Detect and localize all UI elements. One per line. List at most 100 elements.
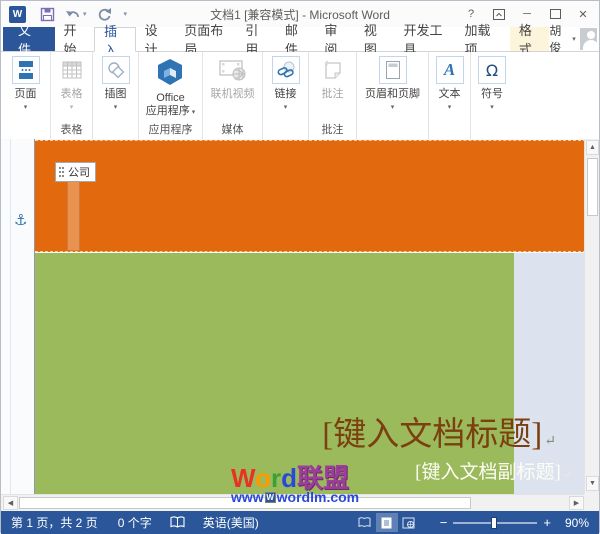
illustrations-dropdown-icon: ▾ xyxy=(113,104,118,111)
zoom-in-button[interactable]: + xyxy=(537,515,557,530)
proofing-book-icon xyxy=(170,516,185,528)
office-apps-cube-icon xyxy=(153,56,187,88)
save-button[interactable] xyxy=(40,7,55,22)
zoom-percentage[interactable]: 90% xyxy=(557,516,599,530)
scroll-down-icon[interactable]: ▼ xyxy=(586,476,599,491)
user-caret-icon: ▾ xyxy=(572,36,576,43)
undo-button[interactable]: ▾ xyxy=(65,8,87,21)
group-caption-apps: 应用程序 xyxy=(148,124,193,136)
ribbon-display-icon xyxy=(493,8,505,20)
text-a-icon: A xyxy=(435,56,464,84)
header-footer-dropdown-icon: ▾ xyxy=(390,104,395,111)
pages-icon xyxy=(11,56,40,84)
office-apps-dropdown-icon: ▾ xyxy=(191,109,196,116)
pages-button[interactable]: 页面 ▾ xyxy=(8,56,44,139)
cover-orange-band[interactable]: 公司 xyxy=(35,140,586,252)
tab-view[interactable]: 视图 xyxy=(355,23,395,57)
comment-note-icon xyxy=(318,56,348,84)
web-layout-view-button[interactable] xyxy=(398,513,420,532)
ribbon-group-links: 链接 ▾ xyxy=(263,52,309,139)
scrollbar-corner xyxy=(584,494,599,511)
tab-addins[interactable]: 加载项 xyxy=(456,23,506,57)
tab-home[interactable]: 开始 xyxy=(55,23,95,57)
read-mode-view-button[interactable] xyxy=(354,513,376,532)
tab-format-contextual[interactable]: 格式 xyxy=(509,23,550,57)
print-layout-view-button[interactable] xyxy=(375,513,398,532)
undo-caret-icon: ▾ xyxy=(83,11,87,18)
status-bar-right: − + 90% xyxy=(354,513,599,532)
language-status[interactable]: 英语(美国) xyxy=(193,514,269,531)
user-account-area[interactable]: 胡俊 ▾ xyxy=(549,24,599,55)
horizontal-scrollbar[interactable]: ◀ ▶ xyxy=(1,494,586,511)
document-title-placeholder[interactable]: [键入文档标题] ↵ xyxy=(116,407,556,455)
tab-insert[interactable]: 插入 xyxy=(94,24,136,58)
ribbon-group-text: A 文本 ▾ xyxy=(429,52,471,139)
text-placeholder-cursor[interactable] xyxy=(67,181,80,251)
zoom-slider-thumb[interactable] xyxy=(491,516,498,529)
drag-handle-icon[interactable] xyxy=(59,167,61,169)
close-button[interactable]: ✕ xyxy=(571,4,595,24)
user-avatar[interactable] xyxy=(579,28,598,50)
tab-design[interactable]: 设计 xyxy=(136,23,176,57)
scroll-left-icon[interactable]: ◀ xyxy=(3,496,18,510)
tab-developer[interactable]: 开发工具 xyxy=(394,23,455,57)
scroll-up-icon[interactable]: ▲ xyxy=(586,140,599,155)
text-button[interactable]: A 文本 ▾ xyxy=(432,56,468,139)
zoom-slider[interactable] xyxy=(453,516,538,529)
symbols-button[interactable]: Ω 符号 ▾ xyxy=(474,56,510,139)
group-caption-comments: 批注 xyxy=(321,124,344,136)
customize-qat-button[interactable]: ▾ xyxy=(122,10,128,18)
word-window: W ▾ ▾ 文档1 [兼容模式] - Microsoft Word ? ─ ✕ … xyxy=(0,0,600,534)
group-caption-media: 媒体 xyxy=(221,124,244,136)
company-tag-label: 公司 xyxy=(68,167,90,179)
horizontal-scroll-thumb[interactable] xyxy=(19,497,471,509)
table-dropdown-icon: ▾ xyxy=(69,104,74,111)
page-number-status[interactable]: 第 1 页，共 2 页 xyxy=(1,514,108,531)
paragraph-mark-icon: ↵ xyxy=(544,434,556,449)
ribbon-group-pages: 页面 ▾ xyxy=(1,52,51,139)
illustrations-button[interactable]: 插图 ▾ xyxy=(98,56,134,139)
ribbon-group-comments: 批注 批注 xyxy=(309,52,357,139)
paragraph-mark-icon: ↵ xyxy=(562,469,572,481)
tab-file[interactable]: 文件 xyxy=(3,23,55,57)
header-footer-button[interactable]: 页眉和页脚 ▾ xyxy=(361,56,424,139)
document-subtitle-placeholder[interactable]: [键入文档副标题] ↵ xyxy=(132,457,572,484)
pages-dropdown-icon: ▾ xyxy=(23,104,28,111)
print-layout-icon xyxy=(381,517,392,528)
proofing-status-button[interactable] xyxy=(162,516,193,529)
maximize-button[interactable] xyxy=(543,4,567,24)
undo-icon xyxy=(66,10,79,17)
customize-qat-caret-icon: ▾ xyxy=(123,11,128,18)
save-icon xyxy=(40,7,55,21)
omega-icon: Ω xyxy=(478,56,506,84)
tab-review[interactable]: 审阅 xyxy=(315,23,355,57)
online-video-icon xyxy=(216,56,250,84)
ribbon-group-symbols: Ω 符号 ▾ xyxy=(471,52,513,139)
link-icon xyxy=(271,56,300,84)
table-icon xyxy=(57,56,87,84)
tab-page-layout[interactable]: 页面布局 xyxy=(175,23,236,57)
ribbon-group-apps: Office 应用程序 ▾ 应用程序 xyxy=(139,52,203,139)
ribbon-tab-row: 文件 开始 插入 设计 页面布局 引用 邮件 审阅 视图 开发工具 加载项 格式… xyxy=(1,23,599,58)
vertical-scrollbar[interactable]: ▲ ▼ xyxy=(584,139,599,494)
links-button[interactable]: 链接 ▾ xyxy=(268,56,304,139)
vertical-scroll-thumb[interactable] xyxy=(587,158,598,216)
read-mode-icon xyxy=(358,517,371,528)
tab-references[interactable]: 引用 xyxy=(236,23,276,57)
zoom-control: − + 90% xyxy=(434,515,599,530)
web-layout-icon xyxy=(402,517,415,528)
text-dropdown-icon: ▾ xyxy=(447,104,452,111)
user-name: 胡俊 xyxy=(549,24,562,55)
status-bar: 第 1 页，共 2 页 0 个字 英语(美国) − + 90% xyxy=(1,511,599,534)
document-viewport[interactable]: ⚓ 公司 [键入文档标题] ↵ [键入文档副标题] ↵ xyxy=(1,139,586,494)
header-footer-icon xyxy=(378,56,407,84)
company-content-control[interactable]: 公司 xyxy=(55,162,96,182)
scroll-right-icon[interactable]: ▶ xyxy=(569,496,584,510)
tab-mailings[interactable]: 邮件 xyxy=(276,23,316,57)
page-left-margin: ⚓ xyxy=(1,139,35,494)
ribbon-group-header-footer: 页眉和页脚 ▾ xyxy=(357,52,429,139)
word-count-status[interactable]: 0 个字 xyxy=(108,514,162,531)
zoom-out-button[interactable]: − xyxy=(434,515,454,530)
redo-button[interactable] xyxy=(97,7,112,21)
group-caption-tables: 表格 xyxy=(60,124,83,136)
